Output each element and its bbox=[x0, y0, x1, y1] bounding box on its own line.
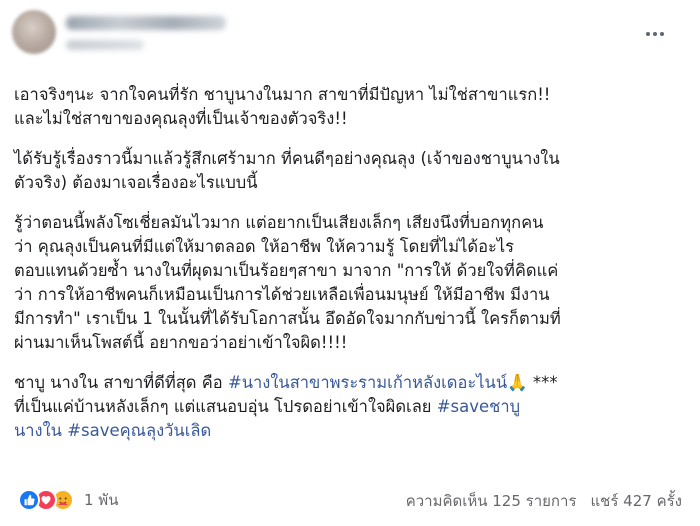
post-line: ผ่านมาเห็นโพสต์นี้ อยากขอว่าอย่าเข้าใจผิ… bbox=[14, 331, 690, 355]
like-reaction-icon bbox=[18, 489, 40, 511]
post-footer: 1 พัน ความคิดเห็น 125 รายการ แชร์ 427 คร… bbox=[0, 484, 700, 516]
post-meta-blurred[interactable] bbox=[66, 40, 144, 50]
post-text-segment: ผ่านมาเห็นโพสต์นี้ อยากขอว่าอย่าเข้าใจผิ… bbox=[14, 333, 348, 352]
post-line: และไม่ใช่สาขาของคุณลุงที่เป็นเจ้าของตัวจ… bbox=[14, 107, 690, 131]
hashtag-link[interactable]: #นางในสาขาพระรามเก้าหลังเดอะไนน์ bbox=[228, 373, 507, 392]
author-name-blurred[interactable] bbox=[66, 16, 226, 30]
post-text-segment: เอาจริงๆนะ จากใจคนที่รัก ชาบูนางในมาก สา… bbox=[14, 85, 551, 104]
post-line: ตัวจริง) ต้องมาเจอเรื่องอะไรแบบนี้ bbox=[14, 171, 690, 195]
post-paragraph: รู้ว่าตอนนี้พลังโซเชี่ยลมันไวมาก แต่อยาก… bbox=[14, 211, 690, 355]
hashtag-link[interactable]: #saveคุณลุงวันเลิด bbox=[67, 421, 211, 440]
reaction-count: 1 พัน bbox=[84, 491, 119, 509]
post-line: ว่า คุณลุงเป็นคนที่มีแต่ให้มาตลอด ให้อาช… bbox=[14, 235, 690, 259]
post-line: ที่เป็นแค่บ้านหลังเล็กๆ แต่แสนอบอุ่น โปร… bbox=[14, 395, 690, 419]
more-options-icon-dot bbox=[660, 32, 664, 36]
post-text-segment: ที่เป็นแค่บ้านหลังเล็กๆ แต่แสนอบอุ่น โปร… bbox=[14, 397, 437, 416]
engagement-stats: ความคิดเห็น 125 รายการ แชร์ 427 ครั้ง bbox=[406, 489, 682, 513]
post-text-segment: และไม่ใช่สาขาของคุณลุงที่เป็นเจ้าของตัวจ… bbox=[14, 109, 348, 128]
pray-emoji-icon: 🙏 bbox=[507, 373, 528, 392]
more-options-icon bbox=[646, 32, 650, 36]
post-paragraph: เอาจริงๆนะ จากใจคนที่รัก ชาบูนางในมาก สา… bbox=[14, 83, 690, 131]
shares-count-link[interactable]: แชร์ 427 ครั้ง bbox=[591, 489, 683, 513]
post-line: นางใน #saveคุณลุงวันเลิด bbox=[14, 419, 690, 443]
more-options-icon-dot bbox=[653, 32, 657, 36]
post-text-segment: มีการทำ" เราเป็น 1 ในนั้นที่ได้รับโอกาสน… bbox=[14, 309, 561, 328]
post-text-segment: *** bbox=[527, 373, 558, 392]
post-text-segment: ตอบแทนด้วยซ้ำ นางในที่ผุดมาเป็นร้อยๆสาขา… bbox=[14, 261, 559, 280]
post-line: ตอบแทนด้วยซ้ำ นางในที่ผุดมาเป็นร้อยๆสาขา… bbox=[14, 259, 690, 283]
hashtag-link[interactable]: #saveชาบู bbox=[437, 397, 520, 416]
post-paragraph: ได้รับรู้เรื่องราวนี้มาแล้วรู้สึกเศร้ามา… bbox=[14, 147, 690, 195]
post-line: เอาจริงๆนะ จากใจคนที่รัก ชาบูนางในมาก สา… bbox=[14, 83, 690, 107]
avatar[interactable] bbox=[12, 10, 56, 54]
post-line: ได้รับรู้เรื่องราวนี้มาแล้วรู้สึกเศร้ามา… bbox=[14, 147, 690, 171]
reactions-summary[interactable]: 1 พัน bbox=[18, 488, 118, 512]
post-text: เอาจริงๆนะ จากใจคนที่รัก ชาบูนางในมาก สา… bbox=[14, 83, 690, 459]
post-line: มีการทำ" เราเป็น 1 ในนั้นที่ได้รับโอกาสน… bbox=[14, 307, 690, 331]
post-text-segment: รู้ว่าตอนนี้พลังโซเชี่ยลมันไวมาก แต่อยาก… bbox=[14, 213, 544, 232]
post-header bbox=[0, 0, 700, 80]
post-text-segment: ได้รับรู้เรื่องราวนี้มาแล้วรู้สึกเศร้ามา… bbox=[14, 149, 560, 168]
post-text-segment: ว่า การให้อาชีพคนก็เหมือนเป็นการได้ช่วยเ… bbox=[14, 285, 550, 304]
post-line: รู้ว่าตอนนี้พลังโซเชี่ยลมันไวมาก แต่อยาก… bbox=[14, 211, 690, 235]
post-paragraph: ชาบู นางใน สาขาที่ดีที่สุด คือ #นางในสาข… bbox=[14, 371, 690, 443]
more-options-button[interactable] bbox=[640, 24, 670, 44]
hashtag-link[interactable]: นางใน bbox=[14, 421, 62, 440]
post-text-segment: ชาบู นางใน สาขาที่ดีที่สุด คือ bbox=[14, 373, 228, 392]
comments-count-link[interactable]: ความคิดเห็น 125 รายการ bbox=[406, 489, 577, 513]
post-line: ว่า การให้อาชีพคนก็เหมือนเป็นการได้ช่วยเ… bbox=[14, 283, 690, 307]
post-text-segment: ว่า คุณลุงเป็นคนที่มีแต่ให้มาตลอด ให้อาช… bbox=[14, 237, 515, 256]
post-line: ชาบู นางใน สาขาที่ดีที่สุด คือ #นางในสาข… bbox=[14, 371, 690, 395]
post-text-segment: ตัวจริง) ต้องมาเจอเรื่องอะไรแบบนี้ bbox=[14, 173, 258, 192]
